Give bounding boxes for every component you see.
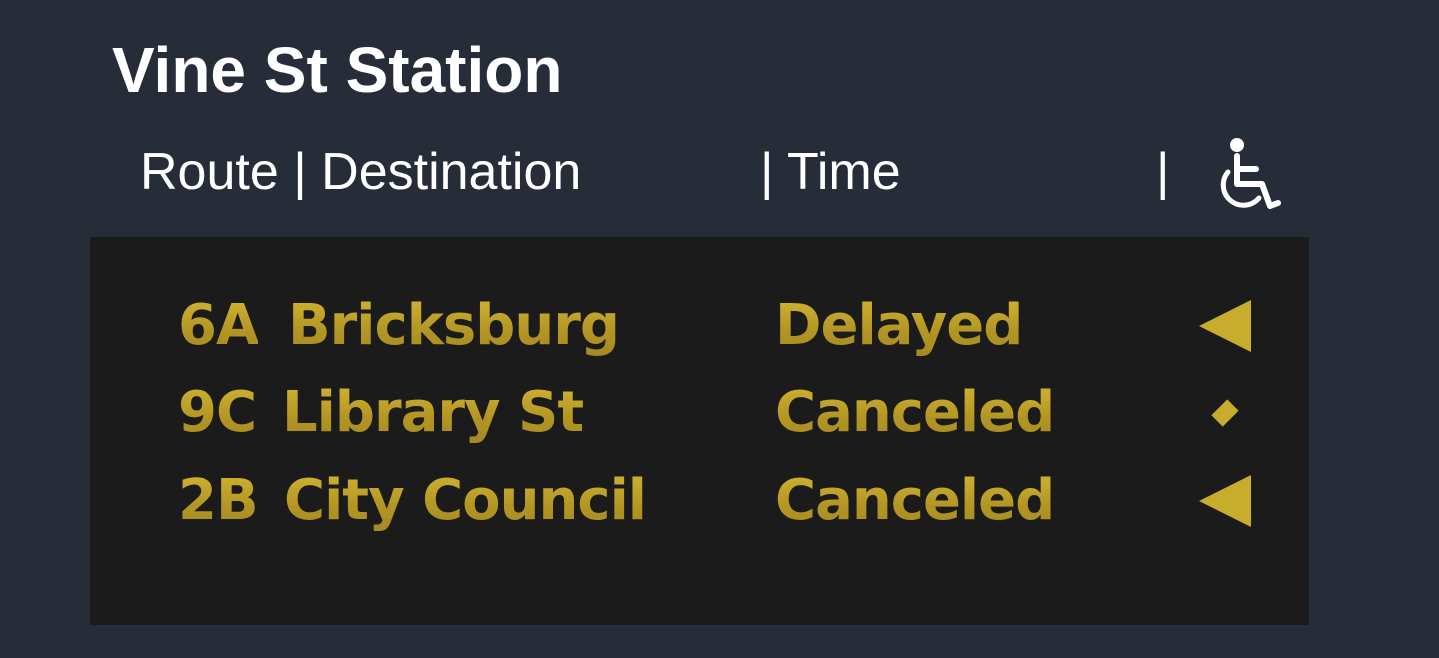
diamond-icon: [1208, 373, 1242, 453]
destination: Library St: [282, 373, 584, 453]
route-code: 2B: [178, 461, 259, 541]
departure-status: Delayed: [775, 286, 1023, 366]
departure-row: 6A Bricksburg Delayed: [90, 286, 1309, 366]
destination: Bricksburg: [288, 286, 620, 366]
departure-board: 6A Bricksburg Delayed 9C Library St Canc…: [90, 237, 1309, 625]
departure-status: Canceled: [775, 461, 1055, 541]
left-arrow-icon: [1190, 286, 1260, 366]
departure-status: Canceled: [775, 373, 1055, 453]
wheelchair-icon: [1220, 138, 1281, 209]
header-separator: |: [1156, 143, 1170, 201]
time-header: | Time: [760, 143, 901, 201]
route-destination-header: Route | Destination: [140, 143, 582, 201]
station-title: Vine St Station: [112, 34, 563, 106]
route-code: 9C: [178, 373, 257, 453]
left-arrow-icon: [1190, 461, 1260, 541]
departure-row: 2B City Council Canceled: [90, 461, 1309, 541]
route-code: 6A: [178, 286, 259, 366]
destination: City Council: [284, 461, 647, 541]
departure-row: 9C Library St Canceled: [90, 373, 1309, 453]
